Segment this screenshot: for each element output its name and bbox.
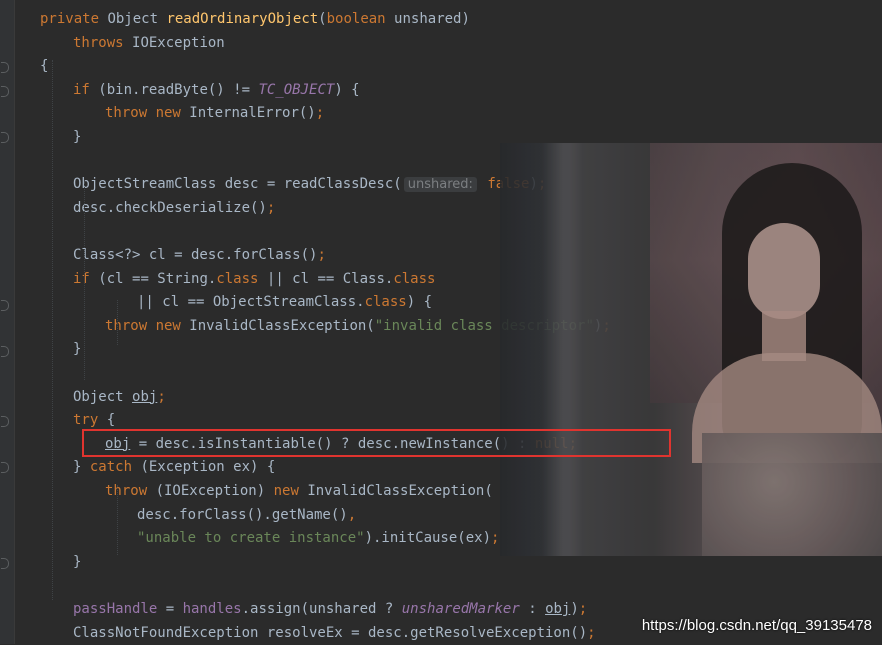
code-token: ; [266,199,276,216]
code-token: obj [132,388,158,405]
code-token: } [73,129,82,145]
code-token: ( [318,11,327,27]
code-line[interactable]: throw (IOException) new InvalidClassExce… [105,479,493,503]
code-token: class [393,270,436,287]
code-token: throws [73,34,133,51]
code-token: } [73,341,82,358]
code-line[interactable]: } [73,125,81,149]
code-token: (Exception ex) { [140,459,276,476]
code-line[interactable]: private Object readOrdinaryObject(boolea… [40,7,470,31]
parameter-hint: unshared: [403,177,477,193]
code-token: class [364,294,407,311]
code-token: { [40,58,49,75]
code-token: desc.forClass().getName() [137,506,348,523]
code-token: catch [89,459,141,476]
code-line[interactable]: if (bin.readByte() != TC_OBJECT) { [73,78,360,102]
code-line[interactable]: desc.checkDeserialize(); [73,196,275,220]
code-token: passHandle [73,601,166,617]
code-token: desc.checkDeserialize() [73,199,267,216]
code-token: ; [315,105,325,122]
code-line[interactable]: "unable to create instance").initCause(e… [137,526,499,550]
code-token: ; [587,624,596,641]
code-line[interactable]: } [73,337,81,361]
code-token: ; [491,530,500,547]
code-token: } [73,459,90,476]
code-token: ) { [334,81,360,98]
code-token: .assign(unshared ? [241,601,402,617]
code-line[interactable]: Class<?> cl = desc.forClass(); [73,243,326,267]
code-token: } [73,553,82,570]
code-token: boolean [326,11,395,27]
code-token: if [73,81,99,98]
code-line[interactable]: throws IOException [73,31,225,55]
photo-face [748,223,820,319]
code-token: ; [317,247,326,263]
code-token: ) [570,601,579,617]
code-line[interactable]: || cl == ObjectStreamClass.class) { [137,290,432,314]
code-token: (IOException) [155,483,274,499]
code-token: InternalError() [189,105,316,122]
code-token: unsharedMarker [401,601,520,617]
code-token: IOException [132,34,225,51]
photo-overlay [500,143,882,556]
code-token: Class<?> cl = desc.forClass() [73,247,318,263]
code-token: class [216,270,267,287]
code-token: try [73,412,107,429]
code-token: ) { [406,294,433,311]
code-token: ObjectStreamClass desc = readClassDesc( [73,176,402,193]
code-token: new [273,483,308,499]
code-line[interactable]: desc.forClass().getName(), [137,503,356,527]
code-line[interactable]: } [73,550,81,574]
code-token: unshared) [394,11,470,27]
code-token: ; [157,388,166,405]
code-token: ClassNotFoundException resolveEx = desc.… [73,624,588,641]
code-line[interactable]: Object obj; [73,385,166,409]
code-token: ; [578,601,588,617]
code-line[interactable]: } catch (Exception ex) { [73,455,275,479]
code-line[interactable]: throw new InternalError(); [105,101,324,125]
code-token: InvalidClassException( [307,483,493,499]
code-token: : [519,601,546,617]
photo-dress [702,433,882,556]
code-token: Object [107,11,167,27]
code-token: readOrdinaryObject [166,11,319,27]
code-token: handles [182,601,242,617]
code-token: = [165,601,183,617]
highlight-box [82,429,671,457]
code-token: (cl == String. [98,270,217,287]
watermark: https://blog.csdn.net/qq_39135478 [641,617,872,634]
code-token: private [40,11,108,27]
code-token: || cl == ObjectStreamClass. [137,294,365,311]
code-line[interactable]: { [40,54,48,78]
indent-guide [52,60,53,600]
code-token: { [106,412,116,429]
code-token: TC_OBJECT [258,81,335,98]
code-line[interactable]: ObjectStreamClass desc = readClassDesc(u… [73,172,546,196]
code-token: || cl == Class. [266,270,394,287]
code-line[interactable]: if (cl == String.class || cl == Class.cl… [73,267,435,291]
code-token: (bin.readByte() != [98,81,259,98]
code-token: ).initCause(ex) [364,530,492,547]
indent-guide [84,180,85,380]
code-token: , [347,506,357,523]
code-token: obj [545,601,571,617]
code-line[interactable]: passHandle = handles.assign(unshared ? u… [73,597,587,621]
code-line[interactable]: ClassNotFoundException resolveEx = desc.… [73,621,596,645]
code-token: if [73,270,99,287]
code-token: throw new [105,105,190,122]
indent-guide [117,300,118,345]
photo-window-frame [500,143,570,556]
code-token: InvalidClassException( [189,317,375,334]
code-token: throw [105,483,156,499]
code-token: "unable to create instance" [137,530,365,547]
code-token: Object [73,388,133,405]
indent-guide [117,485,118,555]
